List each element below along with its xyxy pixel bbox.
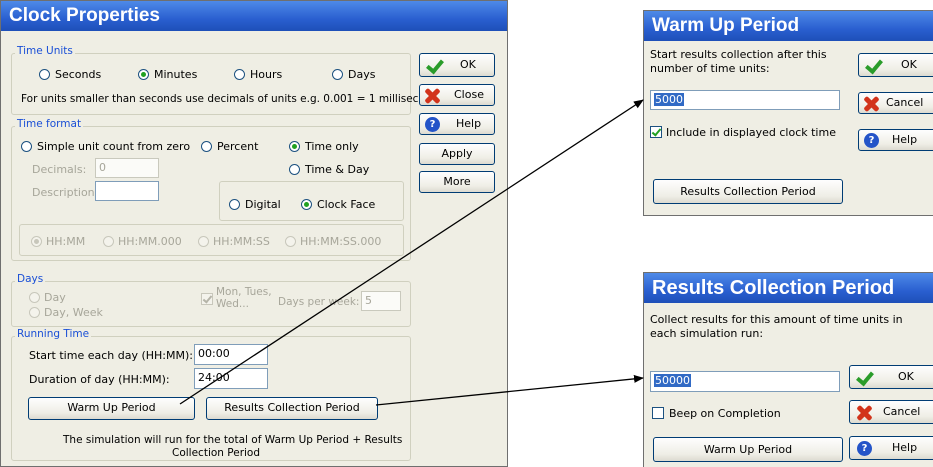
connector-arrows: [179, 99, 644, 406]
arrow-to-warm-up-dialog: [179, 99, 644, 405]
arrow-to-results-dialog: [375, 374, 644, 406]
